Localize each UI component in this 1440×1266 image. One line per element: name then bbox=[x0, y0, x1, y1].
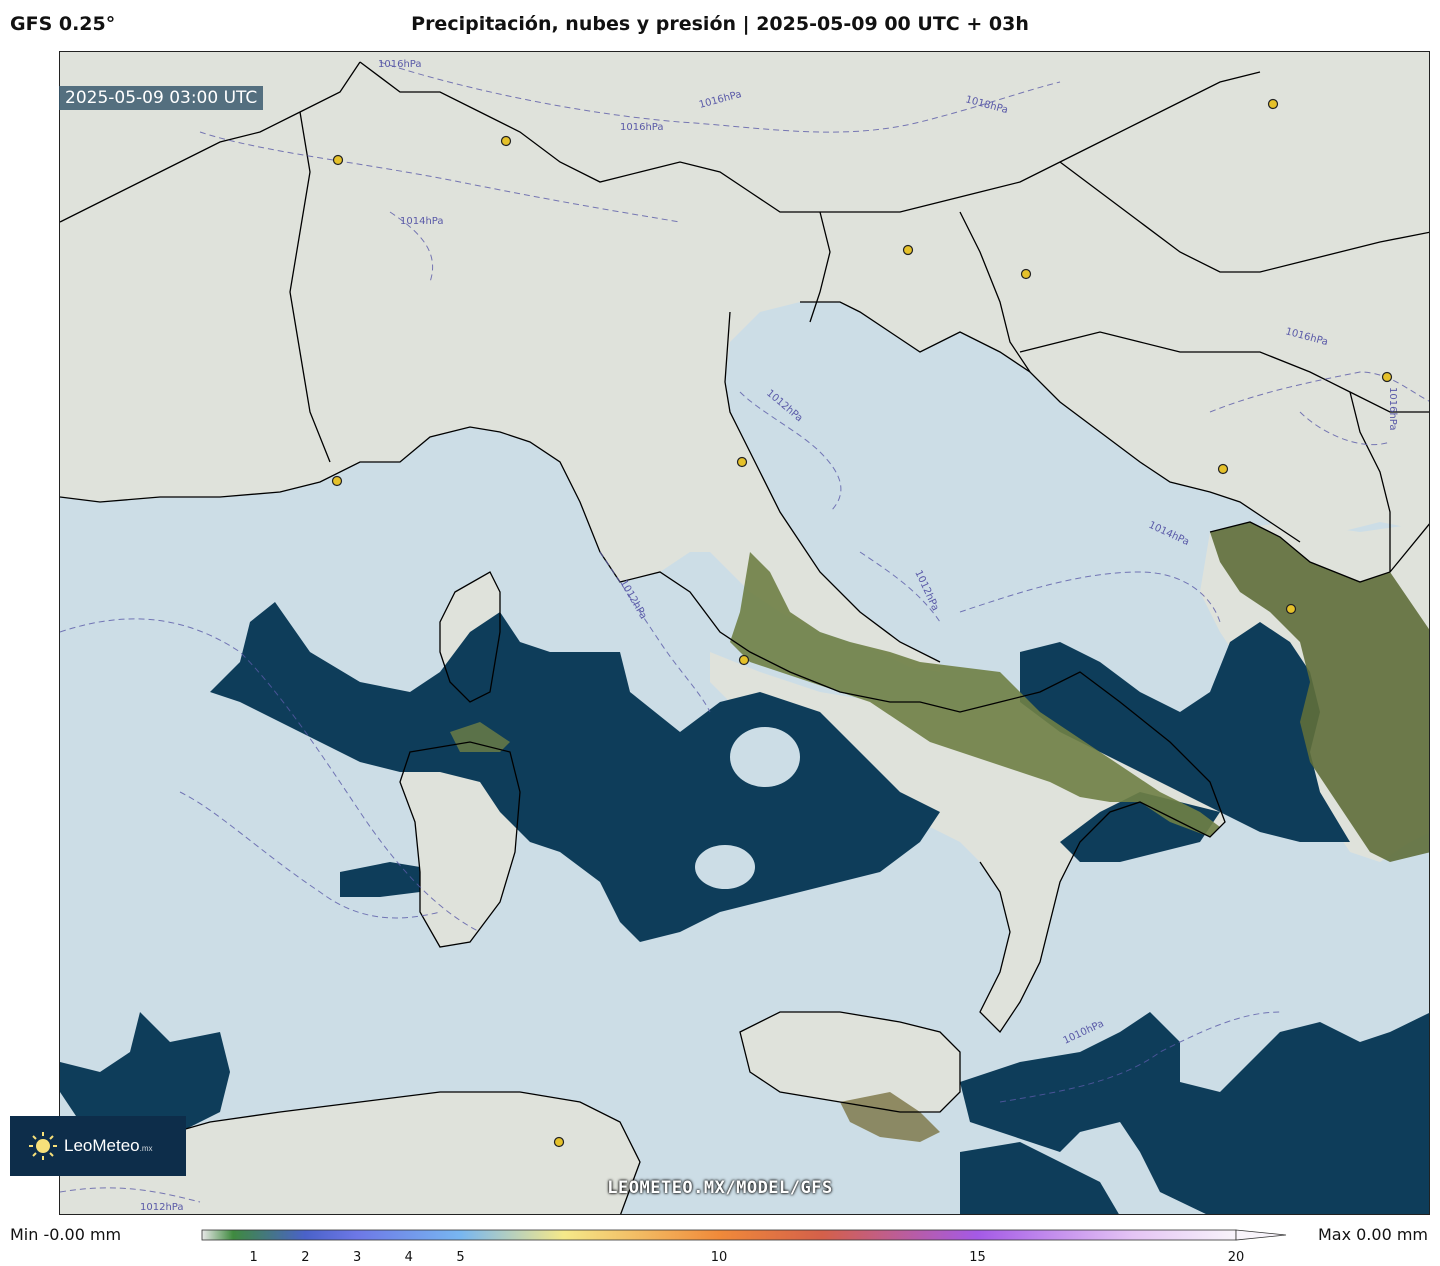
colorbar bbox=[201, 1229, 1287, 1241]
cloud-hole bbox=[695, 845, 755, 889]
colorbar-tick-label: 3 bbox=[352, 1250, 362, 1265]
legend-max-label: Max 0.00 mm bbox=[1317, 1225, 1428, 1244]
city-marker bbox=[500, 135, 512, 147]
colorbar-extend-arrow bbox=[1235, 1229, 1287, 1241]
watermark-url[interactable]: LEOMETEO.MX/MODEL/GFS bbox=[0, 1178, 1440, 1198]
city-marker bbox=[332, 154, 344, 166]
city-marker bbox=[1217, 463, 1229, 475]
isobar-label: 1014hPa bbox=[400, 216, 444, 227]
legend-min-label: Min -0.00 mm bbox=[10, 1225, 122, 1244]
city-marker bbox=[1285, 603, 1297, 615]
leometeo-logo: LeoMeteo.mx bbox=[10, 1116, 186, 1176]
sun-icon bbox=[29, 1132, 57, 1160]
isobar-label: 1016hPa bbox=[378, 59, 422, 70]
city-marker bbox=[736, 456, 748, 468]
map-canvas: 1016hPa 1016hPa 1018hPa 1016hPa 1014hPa … bbox=[60, 52, 1429, 1214]
valid-time-label: 2025-05-09 03:00 UTC bbox=[59, 86, 264, 110]
colorbar-body bbox=[201, 1229, 1237, 1241]
colorbar-tick-label: 5 bbox=[456, 1250, 465, 1265]
isobar-label: 1012hPa bbox=[140, 1202, 184, 1213]
colorbar-tick-label: 10 bbox=[710, 1250, 728, 1265]
colorbar-tick-label: 20 bbox=[1227, 1250, 1245, 1265]
city-marker bbox=[1267, 98, 1279, 110]
city-marker bbox=[331, 475, 343, 487]
colorbar-tick-label: 15 bbox=[969, 1250, 986, 1265]
isobar-label: 1016hPa bbox=[1387, 387, 1398, 431]
colorbar-tick-label: 4 bbox=[404, 1250, 413, 1265]
weather-map[interactable]: 1016hPa 1016hPa 1018hPa 1016hPa 1014hPa … bbox=[59, 51, 1430, 1215]
chart-title: Precipitación, nubes y presión | 2025-05… bbox=[411, 13, 1029, 35]
colorbar-tick-label: 2 bbox=[301, 1250, 310, 1265]
city-marker bbox=[738, 654, 750, 666]
isobar-label: 1016hPa bbox=[620, 122, 664, 133]
city-marker bbox=[553, 1136, 565, 1148]
cloud-hole bbox=[730, 727, 800, 787]
city-marker bbox=[1020, 268, 1032, 280]
colorbar-tick-label: 1 bbox=[249, 1250, 258, 1265]
logo-text: LeoMeteo.mx bbox=[64, 1136, 153, 1155]
city-marker bbox=[1381, 371, 1393, 383]
city-marker bbox=[902, 244, 914, 256]
